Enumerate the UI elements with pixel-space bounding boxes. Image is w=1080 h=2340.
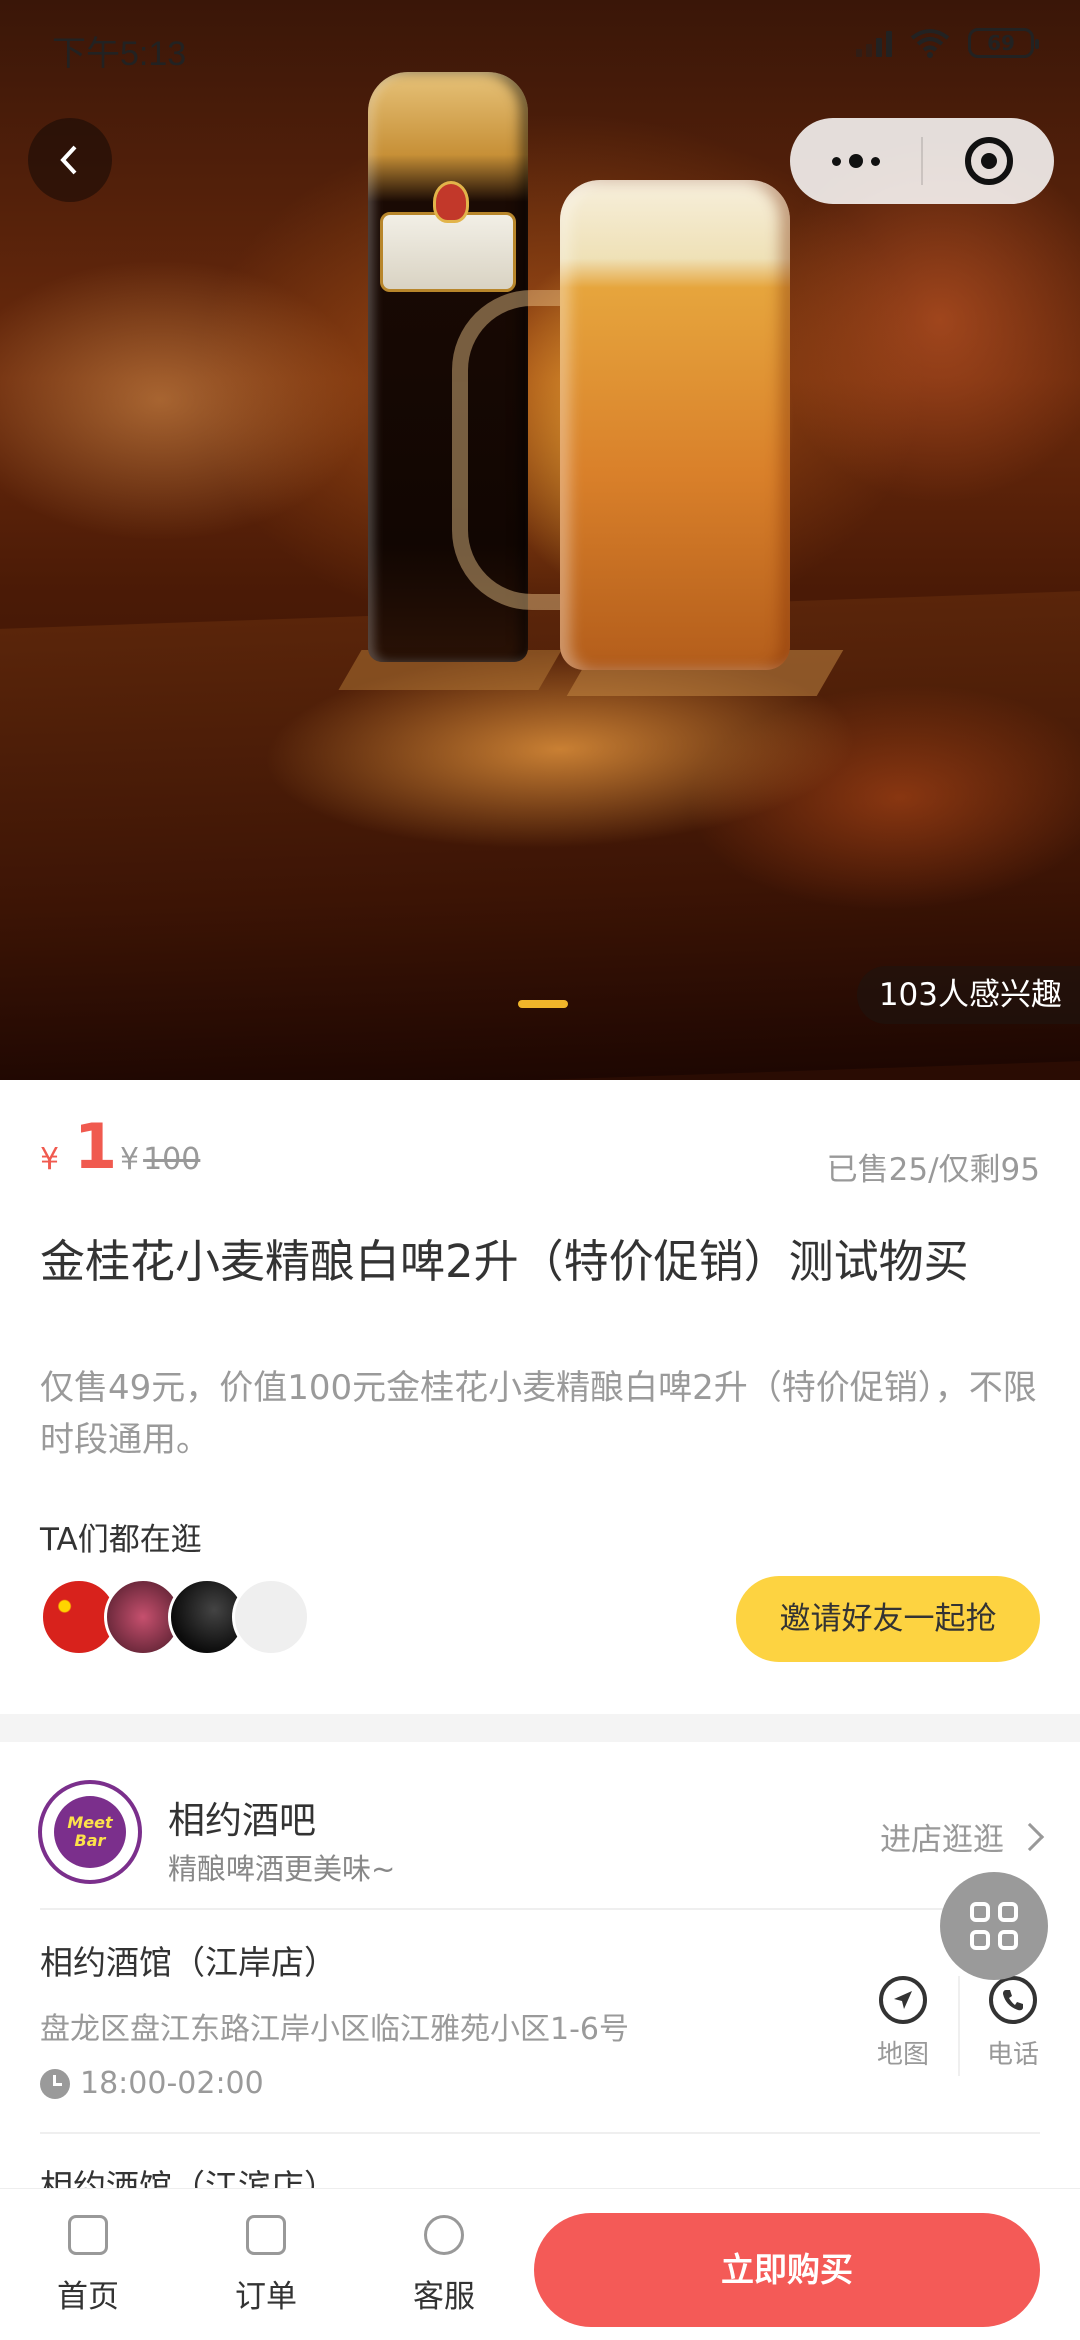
status-icons: 69 xyxy=(856,28,1039,58)
map-button[interactable]: 地图 xyxy=(858,1976,948,2071)
status-time: 下午5:13 xyxy=(52,35,187,73)
store-logo[interactable]: Meet Bar xyxy=(38,1780,142,1884)
phone-label: 电话 xyxy=(986,2040,1039,2070)
order-icon xyxy=(246,2215,286,2255)
tab-home[interactable]: 首页 xyxy=(28,2215,148,2316)
interest-badge: 103人感兴趣 xyxy=(856,966,1080,1024)
product-description: 仅售49元，价值100元金桂花小麦精酿白啤2升（特价促销），不限时段通用。 xyxy=(40,1368,1037,1460)
price-row: ¥ 1 ¥100 已售25/仅剩95 xyxy=(40,1110,1040,1189)
carousel-indicator xyxy=(518,1000,568,1008)
tab-orders[interactable]: 订单 xyxy=(206,2215,326,2316)
more-dots-icon xyxy=(831,154,880,168)
section-divider xyxy=(0,1714,1080,1742)
wifi-icon xyxy=(910,29,950,58)
target-icon xyxy=(964,137,1013,185)
branch-name: 相约酒馆（江岸店） xyxy=(40,1943,337,1982)
original-price: ¥100 xyxy=(120,1142,200,1177)
action-separator xyxy=(958,1976,960,2076)
sold-info: 已售25/仅剩95 xyxy=(826,1152,1040,1188)
current-price: 1 xyxy=(74,1110,118,1183)
hours-text: 18:00-02:00 xyxy=(80,2066,264,2101)
divider xyxy=(40,2132,1040,2134)
branch-hours: 18:00-02:00 xyxy=(40,2066,264,2101)
glass-label xyxy=(380,181,516,292)
branch-address: 盘龙区盘江东路江岸小区临江雅苑小区1-6号 xyxy=(40,2012,629,2047)
bottom-bar: 首页 订单 客服 立即购买 xyxy=(0,2188,1080,2340)
battery-icon: 69 xyxy=(968,28,1039,58)
light-beer-mug xyxy=(560,180,790,670)
store-name[interactable]: 相约酒吧 xyxy=(168,1790,316,1844)
tab-orders-label: 订单 xyxy=(235,2279,297,2315)
store-logo-text: Meet Bar xyxy=(54,1796,126,1868)
close-miniapp-button[interactable] xyxy=(923,118,1054,204)
floating-menu-button[interactable] xyxy=(940,1872,1048,1980)
crest-icon xyxy=(433,181,469,223)
more-button[interactable] xyxy=(790,118,921,204)
phone-button[interactable]: 电话 xyxy=(968,1976,1058,2071)
currency-symbol: ¥ xyxy=(40,1142,60,1177)
store-slogan: 精酿啤酒更美味~ xyxy=(168,1852,396,1886)
chevron-left-icon xyxy=(60,145,77,175)
tab-home-label: 首页 xyxy=(57,2279,119,2315)
social-label: TA们都在逛 xyxy=(40,1522,202,1558)
navigation-icon xyxy=(879,1976,927,2024)
original-currency: ¥ xyxy=(120,1142,140,1177)
map-label: 地图 xyxy=(876,2040,929,2070)
original-price-value: 100 xyxy=(143,1142,201,1177)
bag-icon xyxy=(68,2215,108,2255)
avatar-group xyxy=(40,1578,340,1656)
product-title: 金桂花小麦精酿白啤2升（特价促销）测试物买 xyxy=(40,1235,969,1288)
smile-icon xyxy=(424,2215,464,2255)
clock-icon xyxy=(40,2068,70,2099)
signal-icon xyxy=(856,29,892,57)
invite-friends-button[interactable]: 邀请好友一起抢 xyxy=(736,1576,1040,1662)
back-button[interactable] xyxy=(28,118,112,202)
grid-icon xyxy=(970,1902,1018,1950)
phone-icon xyxy=(989,1976,1037,2024)
tab-service[interactable]: 客服 xyxy=(384,2215,504,2316)
avatar-more xyxy=(232,1578,310,1656)
chevron-right-icon xyxy=(1015,1822,1045,1851)
visit-store-label: 进店逛逛 xyxy=(880,1822,1004,1858)
miniapp-capsule xyxy=(790,118,1054,204)
buy-now-button[interactable]: 立即购买 xyxy=(534,2213,1040,2327)
divider xyxy=(40,1908,1040,1910)
tab-service-label: 客服 xyxy=(413,2279,475,2315)
visit-store-link[interactable]: 进店逛逛 xyxy=(880,1814,1045,1859)
